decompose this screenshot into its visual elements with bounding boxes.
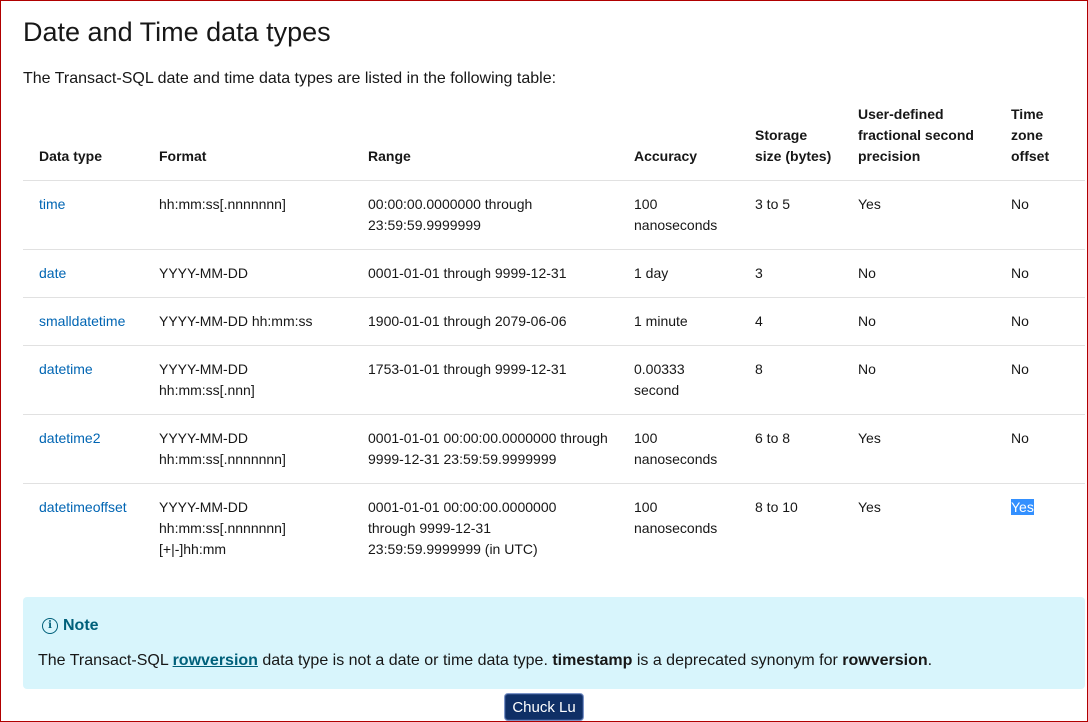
cell-accuracy: 1 minute (618, 297, 739, 346)
header-tz-offset: Time zone offset (995, 103, 1085, 181)
cell-format: YYYY-MM-DD hh:mm:ss[.nnn] (143, 345, 352, 415)
note-text: The Transact-SQL rowversion data type is… (38, 652, 932, 670)
cell-tz-offset: No (995, 297, 1085, 346)
cell-range: 00:00:00.0000000 through 23:59:59.999999… (352, 180, 618, 250)
header-storage: Storage size (bytes) (739, 103, 842, 181)
cell-storage: 6 to 8 (739, 414, 842, 484)
cell-accuracy: 100 nanoseconds (618, 180, 739, 250)
cell-precision: Yes (842, 414, 995, 484)
page-title: Date and Time data types (23, 17, 331, 47)
data-types-table: Data type Format Range Accuracy Storage … (23, 103, 1085, 573)
table-row: date YYYY-MM-DD 0001-01-01 through 9999-… (23, 249, 1085, 298)
note-text-part: is a deprecated synonym for (632, 652, 843, 669)
note-text-part: data type is not a date or time data typ… (257, 652, 553, 669)
table-row: datetime YYYY-MM-DD hh:mm:ss[.nnn] 1753-… (23, 345, 1085, 415)
cell-format: YYYY-MM-DD hh:mm:ss[.nnnnnnn] (143, 414, 352, 484)
note-title-label: Note (63, 617, 99, 634)
type-link-smalldatetime[interactable]: smalldatetime (39, 313, 125, 329)
cell-accuracy: 100 nanoseconds (634, 498, 718, 536)
cell-format: YYYY-MM-DD hh:mm:ss (143, 297, 352, 346)
cell-format: YYYY-MM-DD hh:mm:ss[.nnnnnnn] [+|-]hh:mm (143, 483, 352, 573)
cell-format: YYYY-MM-DD (143, 249, 352, 298)
cell-range: 0001-01-01 00:00:00.0000000 through 9999… (352, 483, 618, 573)
table-header-row: Data type Format Range Accuracy Storage … (23, 103, 1085, 181)
note-text-part: The Transact-SQL (38, 652, 173, 669)
selected-text[interactable]: Yes (1011, 498, 1034, 515)
cell-range: 0001-01-01 through 9999-12-31 (352, 249, 618, 298)
cell-tz-offset: No (995, 414, 1085, 484)
header-range: Range (352, 103, 618, 181)
rowversion-link[interactable]: rowversion (173, 652, 258, 669)
cell-tz-offset: Yes (995, 483, 1085, 573)
cell-tz-offset: No (995, 345, 1085, 415)
header-accuracy: Accuracy (618, 103, 739, 181)
type-link-datetime2[interactable]: datetime2 (39, 430, 100, 446)
cell-format: hh:mm:ss[.nnnnnnn] (143, 180, 352, 250)
format-line: YYYY-MM-DD (159, 498, 248, 515)
type-link-datetimeoffset[interactable]: datetimeoffset (39, 499, 127, 515)
info-icon: i (42, 618, 58, 634)
header-format: Format (143, 103, 352, 181)
cell-storage: 3 (739, 249, 842, 298)
range-line: through 9999-12-31 (368, 519, 491, 536)
table-row: time hh:mm:ss[.nnnnnnn] 00:00:00.0000000… (23, 180, 1085, 250)
range-line: 23:59:59.9999999 (in UTC) (368, 540, 538, 557)
type-link-date[interactable]: date (39, 265, 66, 281)
cell-accuracy: 100 nanoseconds (618, 414, 739, 484)
cell-tz-offset: No (995, 180, 1085, 250)
cell-storage: 4 (739, 297, 842, 346)
cell-storage: 8 to 10 (755, 498, 798, 515)
cell-precision: Yes (858, 498, 881, 515)
header-data-type: Data type (23, 103, 143, 181)
cell-precision: No (842, 297, 995, 346)
cell-accuracy: 0.00333 second (618, 345, 739, 415)
cell-precision: No (842, 249, 995, 298)
note-title: i Note (42, 617, 99, 635)
note-bold-rowversion: rowversion (842, 652, 928, 669)
table-row: datetimeoffset YYYY-MM-DD hh:mm:ss[.nnnn… (23, 483, 1085, 573)
cell-tz-offset: No (995, 249, 1085, 298)
cell-precision: Yes (842, 180, 995, 250)
range-line: 0001-01-01 00:00:00.0000000 (368, 498, 557, 515)
cell-range: 1753-01-01 through 9999-12-31 (352, 345, 618, 415)
table-row: smalldatetime YYYY-MM-DD hh:mm:ss 1900-0… (23, 297, 1085, 346)
intro-text: The Transact-SQL date and time data type… (23, 70, 557, 87)
cell-range: 0001-01-01 00:00:00.0000000 through 9999… (352, 414, 618, 484)
type-link-datetime[interactable]: datetime (39, 361, 93, 377)
cell-precision: No (842, 345, 995, 415)
note-callout: i Note The Transact-SQL rowversion data … (23, 597, 1085, 689)
cell-range: 1900-01-01 through 2079-06-06 (352, 297, 618, 346)
note-text-part: . (927, 652, 933, 669)
chuck-lu-button[interactable]: Chuck Lu (504, 693, 584, 721)
cell-storage: 8 (739, 345, 842, 415)
cell-storage: 3 to 5 (739, 180, 842, 250)
table-row: datetime2 YYYY-MM-DD hh:mm:ss[.nnnnnnn] … (23, 414, 1085, 484)
format-line: hh:mm:ss[.nnnnnnn] (159, 519, 286, 536)
cell-accuracy: 1 day (618, 249, 739, 298)
note-bold-timestamp: timestamp (552, 652, 633, 669)
type-link-time[interactable]: time (39, 196, 65, 212)
format-line: [+|-]hh:mm (159, 540, 227, 557)
header-precision: User-defined fractional second precision (842, 103, 995, 181)
